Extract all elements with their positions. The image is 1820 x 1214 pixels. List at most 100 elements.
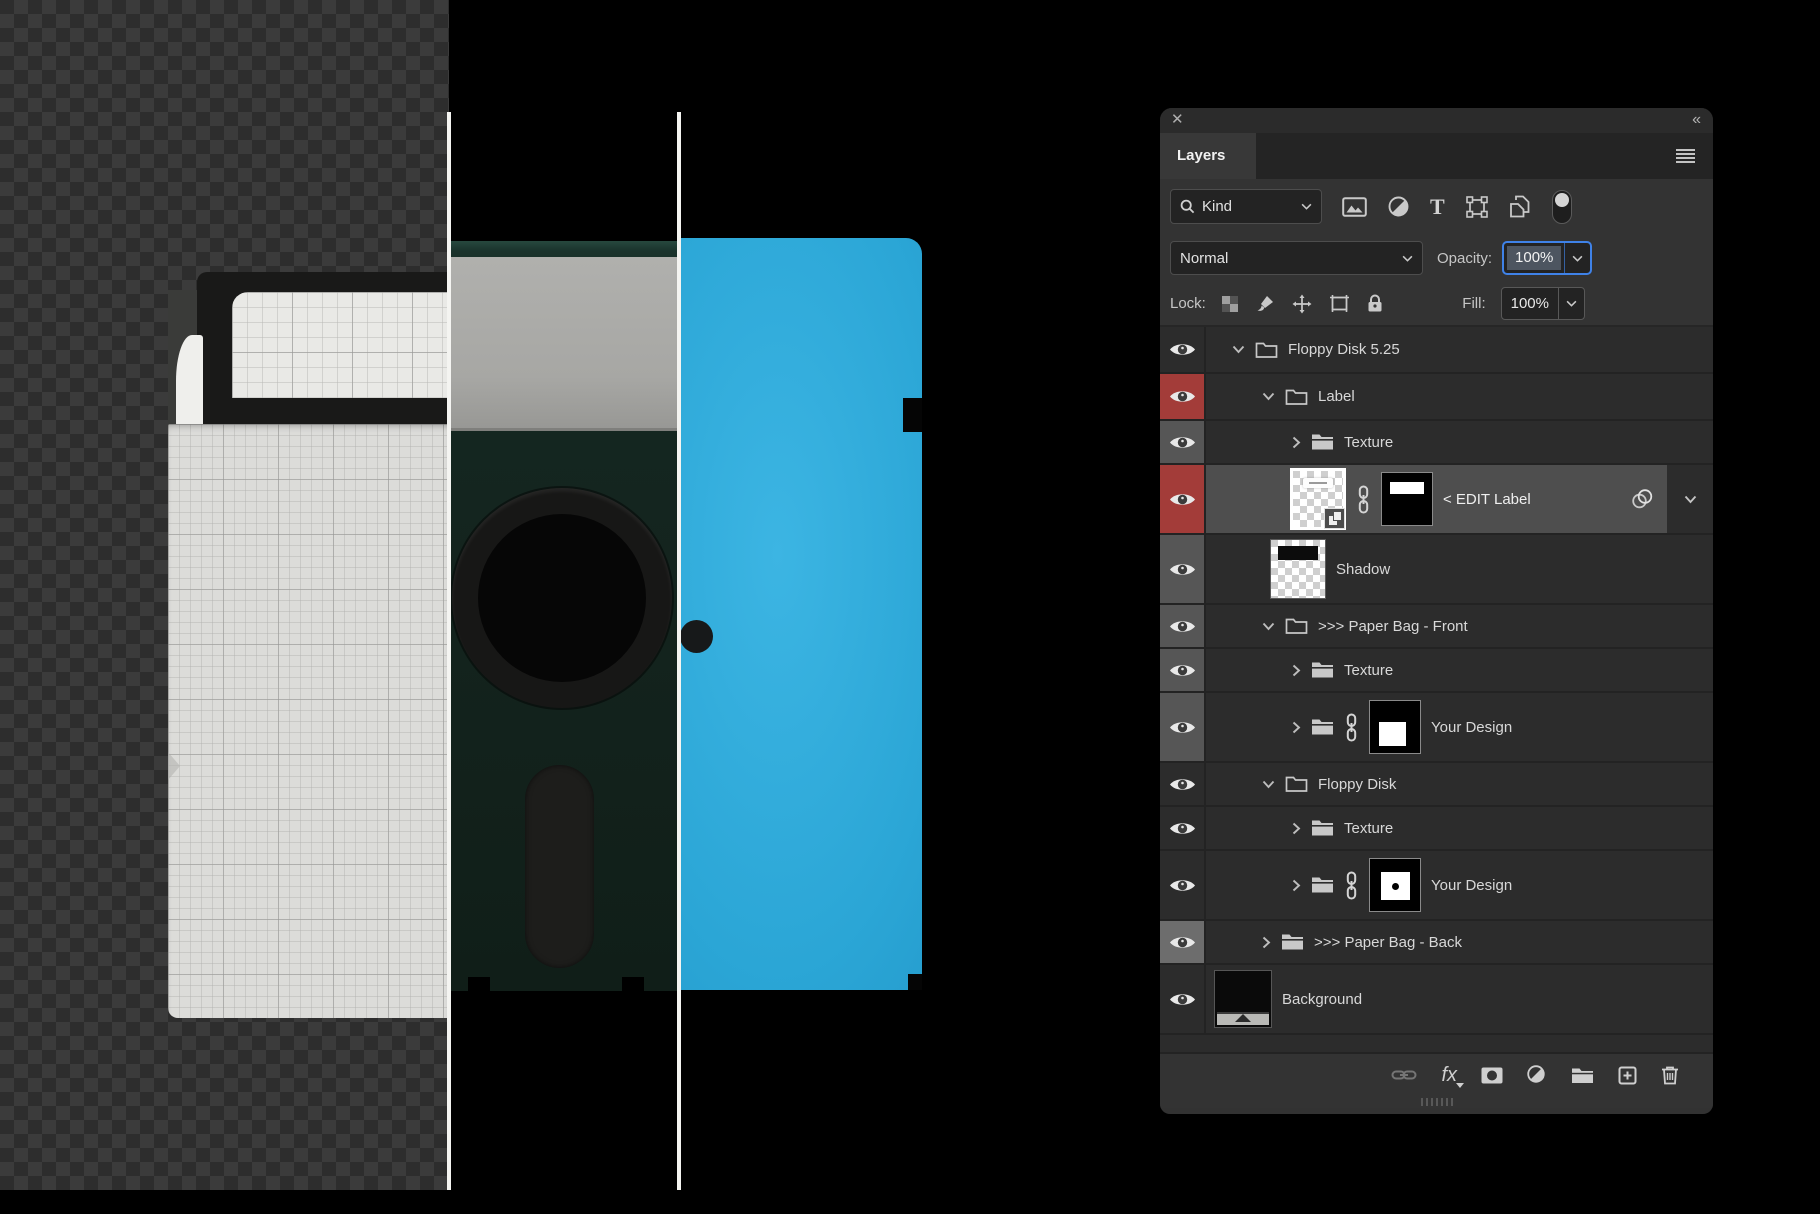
expander-closed-icon[interactable] (1292, 436, 1301, 449)
eye-icon[interactable] (1169, 618, 1196, 635)
lock-transparency-icon[interactable] (1221, 295, 1239, 313)
opacity-dropdown-icon[interactable] (1565, 255, 1590, 262)
visibility-toggle[interactable] (1160, 649, 1206, 691)
chevron-down-icon[interactable] (1684, 495, 1697, 504)
expander-open-icon[interactable] (1262, 780, 1275, 789)
layer-row-main[interactable]: Label (1206, 374, 1667, 419)
layer-row[interactable]: Texture (1160, 421, 1713, 465)
add-mask-icon[interactable] (1481, 1067, 1503, 1084)
close-panel-icon[interactable]: ✕ (1171, 112, 1184, 128)
visibility-toggle[interactable] (1160, 851, 1206, 919)
eye-icon[interactable] (1169, 991, 1196, 1008)
visibility-toggle[interactable] (1160, 763, 1206, 805)
visibility-toggle[interactable] (1160, 605, 1206, 647)
visibility-toggle[interactable] (1160, 807, 1206, 849)
layer-row-main[interactable]: Texture (1206, 421, 1667, 463)
eye-icon[interactable] (1169, 820, 1196, 837)
new-layer-icon[interactable] (1618, 1066, 1637, 1085)
blend-mode-dropdown[interactable]: Normal (1170, 241, 1423, 275)
layer-row[interactable]: >>> Paper Bag - Back (1160, 921, 1713, 965)
layer-thumbnail[interactable] (1270, 539, 1326, 599)
layer-row[interactable]: Label (1160, 374, 1713, 421)
expander-open-icon[interactable] (1232, 345, 1245, 354)
expander-closed-icon[interactable] (1292, 822, 1301, 835)
adjustment-layer-filter-icon[interactable] (1388, 196, 1409, 217)
eye-icon[interactable] (1169, 877, 1196, 894)
layer-row[interactable]: < EDIT Label (1160, 465, 1713, 535)
panel-menu-icon[interactable] (1676, 149, 1695, 163)
linked-circles-icon[interactable] (1629, 488, 1655, 510)
visibility-toggle[interactable] (1160, 693, 1206, 761)
lock-artboard-icon[interactable] (1329, 294, 1350, 313)
layer-row[interactable]: Texture (1160, 807, 1713, 851)
kind-filter-dropdown[interactable]: Kind (1170, 189, 1322, 224)
new-adjustment-icon[interactable] (1527, 1065, 1547, 1085)
pixel-layer-filter-icon[interactable] (1342, 196, 1367, 217)
eye-icon[interactable] (1169, 719, 1196, 736)
layer-row-main[interactable]: Your Design (1206, 851, 1667, 919)
layer-row-main[interactable]: Shadow (1206, 535, 1667, 603)
mask-link-icon[interactable] (1344, 871, 1359, 900)
layer-row[interactable]: Background (1160, 965, 1713, 1035)
type-layer-filter-icon[interactable]: T (1430, 195, 1445, 217)
layer-row-main[interactable]: Floppy Disk 5.25 (1206, 327, 1667, 372)
visibility-toggle[interactable] (1160, 965, 1206, 1033)
tab-layers[interactable]: Layers (1160, 133, 1256, 179)
fill-input[interactable]: 100% (1500, 287, 1585, 320)
new-group-icon[interactable] (1571, 1067, 1594, 1084)
layer-mask-thumbnail[interactable] (1369, 858, 1421, 912)
background-thumbnail[interactable] (1214, 970, 1272, 1028)
lock-paint-icon[interactable] (1256, 294, 1275, 313)
layer-mask-thumbnail[interactable] (1381, 472, 1433, 526)
layer-row[interactable]: Shadow (1160, 535, 1713, 605)
visibility-toggle[interactable] (1160, 374, 1206, 419)
eye-icon[interactable] (1169, 934, 1196, 951)
layer-style-fx-icon[interactable]: fx (1441, 1065, 1464, 1088)
visibility-toggle[interactable] (1160, 421, 1206, 463)
eye-icon[interactable] (1169, 491, 1196, 508)
layer-row-main[interactable]: Your Design (1206, 693, 1667, 761)
lock-all-icon[interactable] (1367, 294, 1383, 313)
layer-row-main[interactable]: >>> Paper Bag - Back (1206, 921, 1667, 963)
eye-icon[interactable] (1169, 561, 1196, 578)
expander-closed-icon[interactable] (1292, 721, 1301, 734)
visibility-toggle[interactable] (1160, 921, 1206, 963)
eye-icon[interactable] (1169, 388, 1196, 405)
smart-object-filter-icon[interactable] (1509, 195, 1531, 218)
layer-row-main[interactable]: >>> Paper Bag - Front (1206, 605, 1667, 647)
visibility-toggle[interactable] (1160, 535, 1206, 603)
expander-closed-icon[interactable] (1262, 936, 1271, 949)
expander-open-icon[interactable] (1262, 392, 1275, 401)
resize-grip[interactable] (1420, 1098, 1453, 1106)
layer-row-main[interactable]: < EDIT Label (1206, 465, 1667, 533)
layer-row-main[interactable]: Background (1206, 965, 1667, 1033)
expander-closed-icon[interactable] (1292, 664, 1301, 677)
eye-icon[interactable] (1169, 434, 1196, 451)
layer-mask-thumbnail[interactable] (1369, 700, 1421, 754)
opacity-input[interactable]: 100% (1502, 241, 1593, 275)
filter-toggle-switch[interactable] (1551, 189, 1572, 224)
eye-icon[interactable] (1169, 341, 1196, 358)
layer-row[interactable]: Your Design (1160, 693, 1713, 763)
eye-icon[interactable] (1169, 776, 1196, 793)
collapse-panel-icon[interactable]: « (1692, 111, 1701, 129)
shape-layer-filter-icon[interactable] (1465, 195, 1488, 218)
mask-link-icon[interactable] (1344, 713, 1359, 742)
layer-row-main[interactable]: Texture (1206, 649, 1667, 691)
layer-row[interactable]: Floppy Disk (1160, 763, 1713, 807)
delete-layer-icon[interactable] (1661, 1065, 1679, 1085)
link-layers-icon[interactable] (1391, 1068, 1417, 1082)
layer-row-main[interactable]: Texture (1206, 807, 1667, 849)
layer-row[interactable]: >>> Paper Bag - Front (1160, 605, 1713, 649)
visibility-toggle[interactable] (1160, 327, 1206, 372)
expander-closed-icon[interactable] (1292, 879, 1301, 892)
mask-link-icon[interactable] (1356, 485, 1371, 514)
visibility-toggle[interactable] (1160, 465, 1206, 533)
layer-row-main[interactable]: Floppy Disk (1206, 763, 1667, 805)
layer-row[interactable]: Texture (1160, 649, 1713, 693)
lock-move-icon[interactable] (1292, 294, 1312, 314)
expander-open-icon[interactable] (1262, 622, 1275, 631)
fill-dropdown-icon[interactable] (1559, 300, 1584, 307)
layer-row[interactable]: Your Design (1160, 851, 1713, 921)
smart-object-thumbnail[interactable] (1290, 468, 1346, 530)
